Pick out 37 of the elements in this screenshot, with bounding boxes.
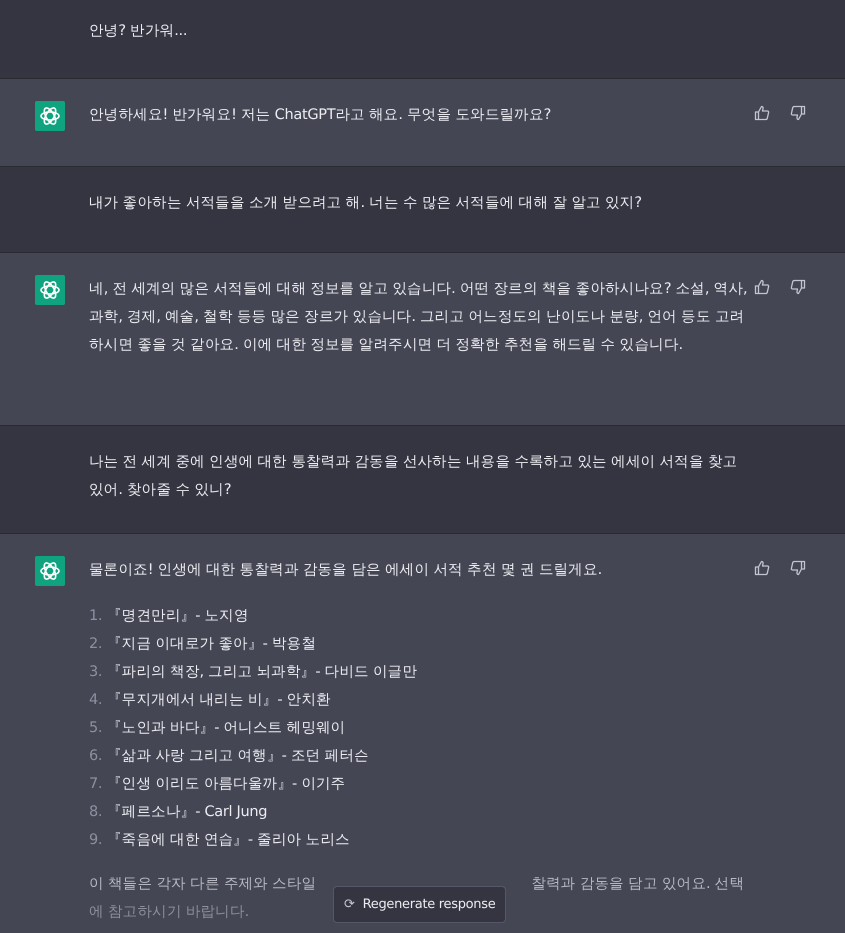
list-number: 6. (89, 747, 101, 766)
message-text: 네, 전 세계의 많은 서적들에 대해 정보를 알고 있습니다. 어떤 장르의 책을 좋아하시나요? 소설, 역사, 과학, 경제, 예술, 철학 등등 많은 장르가 있습니다. 그리고 어느정도의 난이도나 분량, 언어 등도 고려하시면 좋을 것 같아요. 이에 대한 정보를 알려주시면 더 정확한 추천을 해드릴 수 있습니다. (89, 280, 748, 355)
thumbs-up-icon[interactable] (754, 279, 770, 295)
list-number: 5. (89, 719, 101, 738)
book-recommendation: 『죽음에 대한 연습』- 줄리아 노리스 (107, 831, 350, 850)
book-recommendation: 『파리의 책장, 그리고 뇌과학』- 다비드 이글만 (107, 663, 418, 682)
book-recommendation: 『페르소나』- Carl Jung (107, 803, 268, 822)
message-text: 에 참고하시기 바랍니다. (89, 903, 249, 922)
book-recommendation: 『인생 이리도 아름다울까』- 이기주 (107, 775, 346, 794)
list-number: 4. (89, 691, 101, 710)
message-text: 나는 전 세계 중에 인생에 대한 통찰력과 감동을 선사하는 내용을 수록하고 있는 에세이 서적을 찾고 있어. 찾아줄 수 있니? (89, 453, 738, 500)
thumbs-up-icon[interactable] (754, 105, 770, 121)
list-number: 8. (89, 803, 101, 822)
book-recommendation: 『삶과 사랑 그리고 여행』- 조던 페터슨 (107, 747, 369, 766)
message-text: 내가 좋아하는 서적들을 소개 받으려고 해. 너는 수 많은 서적들에 대해 잘 알고 있지? (89, 194, 643, 213)
message-text: 안녕? 반가워... (89, 22, 188, 41)
list-number: 9. (89, 831, 101, 850)
book-recommendation: 『노인과 바다』- 어니스트 헤밍웨이 (107, 719, 346, 738)
list-number: 2. (89, 635, 101, 654)
book-recommendation: 『명견만리』- 노지영 (107, 607, 249, 626)
list-number: 3. (89, 663, 101, 682)
message-text: 이 책들은 각자 다른 주제와 스타일 (89, 875, 316, 894)
thumbs-down-icon[interactable] (790, 560, 806, 576)
list-number: 1. (89, 607, 101, 626)
thumbs-up-icon[interactable] (754, 560, 770, 576)
assistant-avatar-icon (35, 275, 65, 305)
book-recommendation: 『지금 이대로가 좋아』- 박용철 (107, 635, 316, 654)
assistant-avatar-icon (35, 556, 65, 586)
message-text: 안녕하세요! 반가워요! 저는 ChatGPT라고 해요. 무엇을 도와드릴까요? (89, 106, 552, 125)
thumbs-down-icon[interactable] (790, 105, 806, 121)
regenerate-response-button[interactable]: ⟳ Regenerate response (333, 886, 506, 923)
message-text: 물론이죠! 인생에 대한 통찰력과 감동을 담은 에세이 서적 추천 몇 권 드릴게요. (89, 561, 603, 580)
assistant-avatar-icon (35, 101, 65, 131)
book-recommendation: 『무지개에서 내리는 비』- 안치환 (107, 691, 331, 710)
message-text: 찰력과 감동을 담고 있어요. 선택 (531, 875, 744, 894)
thumbs-down-icon[interactable] (790, 279, 806, 295)
list-number: 7. (89, 775, 101, 794)
